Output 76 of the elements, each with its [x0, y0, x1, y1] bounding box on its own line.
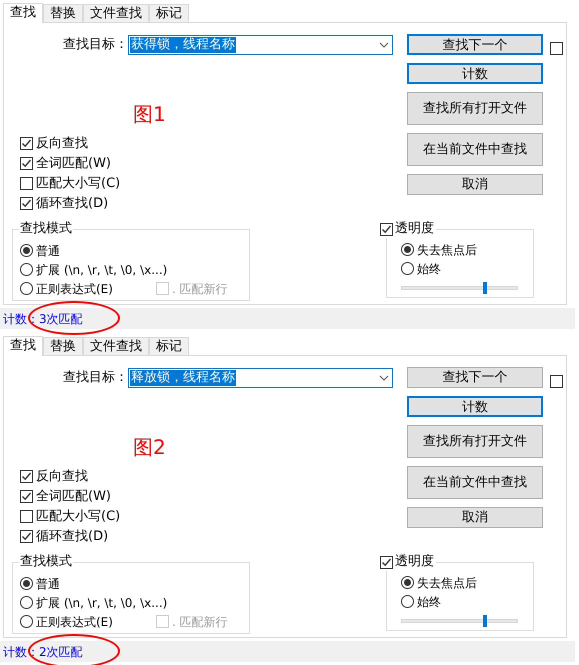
radio-button[interactable]	[20, 244, 33, 257]
checkbox[interactable]	[20, 177, 33, 190]
find-combobox[interactable]: 释放锁，线程名称	[128, 368, 393, 388]
tab[interactable]: 文件查找	[83, 4, 149, 22]
slider-thumb[interactable]	[483, 282, 488, 294]
checkbox[interactable]	[20, 510, 33, 523]
radio-label: 普通	[36, 242, 60, 260]
radio-label: 失去焦点后	[417, 574, 477, 592]
option-label: 反向查找	[36, 134, 88, 153]
checkbox[interactable]	[20, 490, 33, 503]
option-label: . 匹配新行	[172, 614, 228, 630]
option-label: 匹配大小写(C)	[36, 508, 120, 526]
find-label: 查找目标：	[62, 369, 128, 388]
dialog-button[interactable]: 在当前文件中查找	[407, 133, 543, 166]
dialog-button[interactable]: 查找所有打开文件	[407, 92, 543, 125]
radio-button[interactable]	[20, 577, 33, 590]
checkbox[interactable]	[20, 530, 33, 543]
tab[interactable]: 替换	[43, 4, 83, 22]
find-combobox[interactable]: 获得锁，线程名称	[128, 35, 393, 55]
option-label: 全词匹配(W)	[36, 488, 111, 506]
dialog-button[interactable]: 查找所有打开文件	[407, 425, 543, 458]
radio-button[interactable]	[20, 263, 33, 276]
tab[interactable]: 查找	[3, 336, 43, 356]
dropdown-chevron-icon	[379, 42, 389, 48]
option-label: 匹配大小写(C)	[36, 174, 120, 193]
slider-thumb[interactable]	[483, 615, 488, 627]
radio-label: 始终	[417, 594, 441, 610]
dialog-button[interactable]: 计数	[407, 63, 543, 84]
radio-button[interactable]	[401, 595, 414, 608]
radio-button[interactable]	[401, 262, 414, 275]
transparency-label: 透明度	[395, 553, 434, 571]
dialog-button[interactable]: 取消	[407, 507, 543, 528]
tab[interactable]: 替换	[43, 337, 83, 355]
tab[interactable]: 文件查找	[83, 337, 149, 355]
radio-button[interactable]	[20, 596, 33, 609]
status-text: 计数：3次匹配	[2, 310, 83, 328]
radio-button[interactable]	[401, 576, 414, 589]
dialog-button[interactable]: 计数	[407, 396, 543, 417]
tab[interactable]: 标记	[149, 4, 189, 22]
checkbox[interactable]	[380, 556, 393, 568]
radio-button[interactable]	[20, 282, 33, 295]
option-label: 反向查找	[36, 468, 88, 486]
find-value: 获得锁，线程名称	[130, 37, 236, 53]
option-label: 循环查找(D)	[36, 528, 108, 546]
transparency-label: 透明度	[395, 220, 434, 238]
option-label: 循环查找(D)	[36, 194, 108, 213]
annotation-label: 图2	[133, 435, 166, 459]
dialog-button[interactable]: 查找下一个	[407, 34, 543, 55]
option-label: 全词匹配(W)	[36, 154, 111, 173]
dialog-button[interactable]: 取消	[407, 174, 543, 195]
option-label: . 匹配新行	[172, 280, 228, 298]
radio-label: 始终	[417, 260, 441, 278]
radio-button[interactable]	[401, 243, 414, 256]
dialog-button[interactable]: 在当前文件中查找	[407, 466, 543, 499]
dialog-button[interactable]: 查找下一个	[407, 367, 543, 388]
checkbox[interactable]	[20, 197, 33, 210]
annotation-label: 图1	[133, 102, 166, 126]
radio-label: 普通	[36, 576, 60, 592]
checkbox[interactable]	[20, 137, 33, 150]
side-checkbox[interactable]	[550, 375, 563, 388]
checkbox[interactable]	[20, 470, 33, 483]
tab[interactable]: 标记	[149, 337, 189, 355]
radio-label: 失去焦点后	[417, 242, 477, 258]
radio-label: 正则表达式(E)	[36, 614, 113, 630]
checkbox[interactable]	[20, 157, 33, 170]
find-value: 释放锁，线程名称	[130, 370, 236, 386]
radio-button[interactable]	[20, 615, 33, 628]
status-text: 计数：2次匹配	[2, 644, 83, 660]
side-checkbox[interactable]	[550, 42, 563, 55]
radio-label: 正则表达式(E)	[36, 280, 113, 298]
find-label: 查找目标：	[62, 36, 128, 54]
radio-label: 扩展 (\n, \r, \t, \0, \x...)	[36, 594, 168, 612]
checkbox[interactable]	[380, 222, 393, 236]
tab[interactable]: 查找	[3, 3, 43, 23]
radio-label: 扩展 (\n, \r, \t, \0, \x...)	[36, 262, 168, 278]
dropdown-chevron-icon	[379, 375, 389, 381]
